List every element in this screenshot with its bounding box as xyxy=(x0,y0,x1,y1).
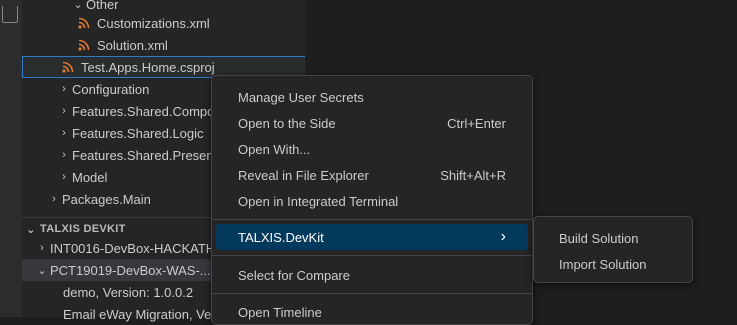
menu-item-label: TALXIS.DevKit xyxy=(238,229,324,245)
chevron-down-icon: ⌄ xyxy=(73,0,83,11)
tree-item-label: Customizations.xml xyxy=(97,15,210,31)
tree-item-label: Features.Shared.Presenta xyxy=(72,147,225,163)
menu-item-label: Open in Integrated Terminal xyxy=(238,193,399,209)
menu-item-shortcut: Ctrl+Enter xyxy=(447,115,506,131)
rss-icon xyxy=(62,60,76,74)
menu-item-label: Reveal in File Explorer xyxy=(238,167,369,183)
menu-item-label: Manage User Secrets xyxy=(238,89,364,105)
section-title: TALXIS DEVKIT xyxy=(40,223,126,235)
tree-item-label: Packages.Main xyxy=(62,191,151,207)
tree-item-label: Solution.xml xyxy=(97,37,168,53)
rss-icon xyxy=(78,16,92,30)
chevron-right-icon: › xyxy=(40,242,44,254)
chevron-right-icon: › xyxy=(52,193,56,205)
menu-separator xyxy=(212,219,532,220)
chevron-down-icon: ⌄ xyxy=(37,264,47,277)
tree-item-label: Other xyxy=(86,0,119,12)
chevron-right-icon: › xyxy=(62,83,66,95)
menu-item-open-terminal[interactable]: Open in Integrated Terminal xyxy=(216,188,528,214)
menu-item-open-to-side[interactable]: Open to the Side Ctrl+Enter xyxy=(216,110,528,136)
menu-item-talxis-devkit[interactable]: TALXIS.DevKit › xyxy=(216,224,528,250)
menu-item-label: Select for Compare xyxy=(238,267,350,283)
tree-item-label: Configuration xyxy=(72,81,150,97)
menu-item-select-compare[interactable]: Select for Compare xyxy=(216,262,528,288)
menu-item-reveal-explorer[interactable]: Reveal in File Explorer Shift+Alt+R xyxy=(216,162,528,188)
menu-item-label: Open Timeline xyxy=(238,304,322,320)
context-menu: Manage User Secrets Open to the Side Ctr… xyxy=(211,75,533,325)
chevron-right-icon: › xyxy=(62,149,66,161)
menu-item-import-solution[interactable]: Import Solution xyxy=(537,251,689,277)
menu-item-open-with[interactable]: Open With... xyxy=(216,136,528,162)
menu-item-build-solution[interactable]: Build Solution xyxy=(537,225,689,251)
menu-item-manage-user-secrets[interactable]: Manage User Secrets xyxy=(216,84,528,110)
menu-separator xyxy=(212,293,532,294)
menu-item-shortcut: Shift+Alt+R xyxy=(440,167,506,183)
chevron-right-icon: › xyxy=(62,105,66,117)
rss-icon xyxy=(78,38,92,52)
tree-item-label: Features.Shared.Compos xyxy=(72,103,221,119)
chevron-down-icon: ⌄ xyxy=(26,223,36,236)
tree-item-label: PCT19019-DevBox-WAS-... xyxy=(50,262,211,278)
chevron-right-icon: › xyxy=(62,171,66,183)
panel-icon[interactable] xyxy=(2,6,18,23)
chevron-right-icon: › xyxy=(500,228,506,245)
activity-bar xyxy=(0,0,22,317)
tree-item-label: demo, Version: 1.0.0.2 xyxy=(63,284,194,300)
menu-item-label: Open With... xyxy=(238,141,311,157)
menu-item-label: Import Solution xyxy=(559,256,647,272)
tree-item-label: Test.Apps.Home.csproj xyxy=(81,59,215,75)
talxis-submenu: Build Solution Import Solution xyxy=(533,216,693,283)
menu-separator xyxy=(212,255,532,256)
tree-item-label: Email eWay Migration, Ver xyxy=(63,306,216,322)
menu-item-label: Open to the Side xyxy=(238,115,336,131)
menu-item-label: Build Solution xyxy=(559,230,639,246)
chevron-right-icon: › xyxy=(62,127,66,139)
tree-item-label: INT0016-DevBox-HACKATH xyxy=(50,240,216,256)
menu-item-open-timeline[interactable]: Open Timeline xyxy=(216,299,528,324)
tree-item-label: Features.Shared.Logic xyxy=(72,125,204,141)
tree-item-label: Model xyxy=(72,169,108,185)
